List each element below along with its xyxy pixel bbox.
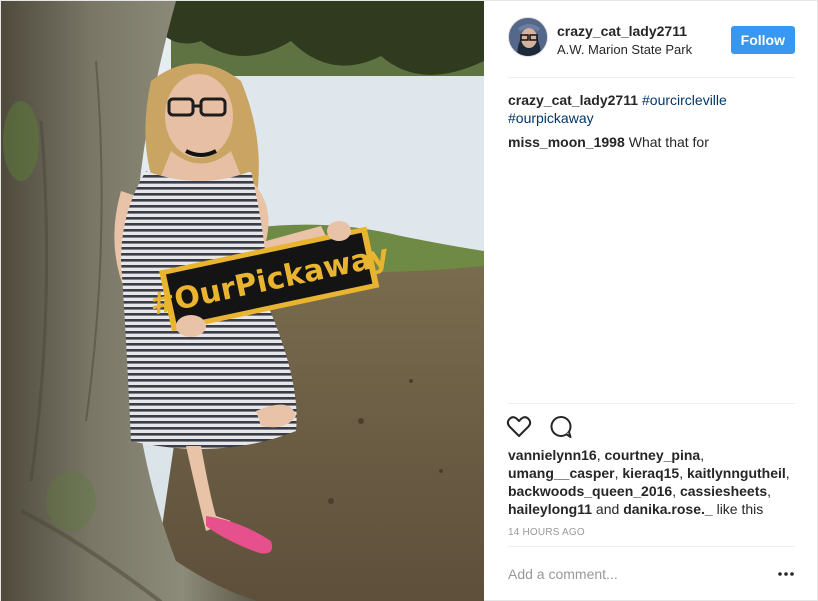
heart-icon[interactable]: [506, 414, 532, 440]
like-user[interactable]: haileylong11: [508, 501, 592, 517]
post-username[interactable]: crazy_cat_lady2711: [557, 23, 687, 39]
add-comment-divider: [508, 546, 795, 547]
like-user[interactable]: vannielynn16: [508, 447, 597, 463]
caption-comment: crazy_cat_lady2711 #ourcircleville #ourpi…: [508, 91, 795, 127]
like-user[interactable]: danika.rose._: [623, 501, 713, 517]
add-comment-bar: [508, 556, 795, 592]
follow-button[interactable]: Follow: [730, 26, 795, 54]
more-options-icon[interactable]: [777, 566, 795, 582]
header-divider: [508, 77, 795, 78]
likes-section: vannielynn16, courtney_pina, umang__casp…: [508, 447, 790, 517]
list-item: miss_moon_1998 What that for: [508, 133, 795, 151]
post-actions: [506, 414, 586, 440]
hashtag-link[interactable]: #ourpickaway: [508, 110, 594, 126]
add-comment-input[interactable]: [508, 560, 768, 588]
photo-illustration: #OurPickaway: [1, 1, 484, 601]
avatar[interactable]: [508, 17, 548, 57]
like-user[interactable]: kaitlynngutheil: [687, 465, 786, 481]
like-user[interactable]: cassiesheets: [680, 483, 767, 499]
like-user[interactable]: umang__casper: [508, 465, 615, 481]
comment-text: What that for: [628, 134, 709, 150]
post-header: crazy_cat_lady2711 A.W. Marion State Par…: [508, 17, 795, 65]
post-timestamp[interactable]: 14 HOURS AGO: [508, 527, 585, 538]
instagram-post: #OurPickaway crazy_cat_lady2711 A.W. Mar…: [0, 0, 818, 601]
comment-username[interactable]: miss_moon_1998: [508, 134, 625, 150]
hashtag-link[interactable]: #ourcircleville: [642, 92, 727, 108]
like-user[interactable]: backwoods_queen_2016: [508, 483, 672, 499]
post-location[interactable]: A.W. Marion State Park: [557, 42, 692, 57]
like-user[interactable]: courtney_pina: [604, 447, 700, 463]
avatar-image: [509, 18, 547, 56]
actions-divider: [508, 403, 795, 404]
comments-list: crazy_cat_lady2711 #ourcircleville #ourpi…: [508, 91, 795, 157]
like-user[interactable]: kieraq15: [622, 465, 679, 481]
post-side-panel: crazy_cat_lady2711 A.W. Marion State Par…: [484, 1, 818, 601]
comment-username[interactable]: crazy_cat_lady2711: [508, 92, 638, 108]
comment-icon[interactable]: [548, 414, 574, 440]
post-photo[interactable]: #OurPickaway: [1, 1, 484, 601]
